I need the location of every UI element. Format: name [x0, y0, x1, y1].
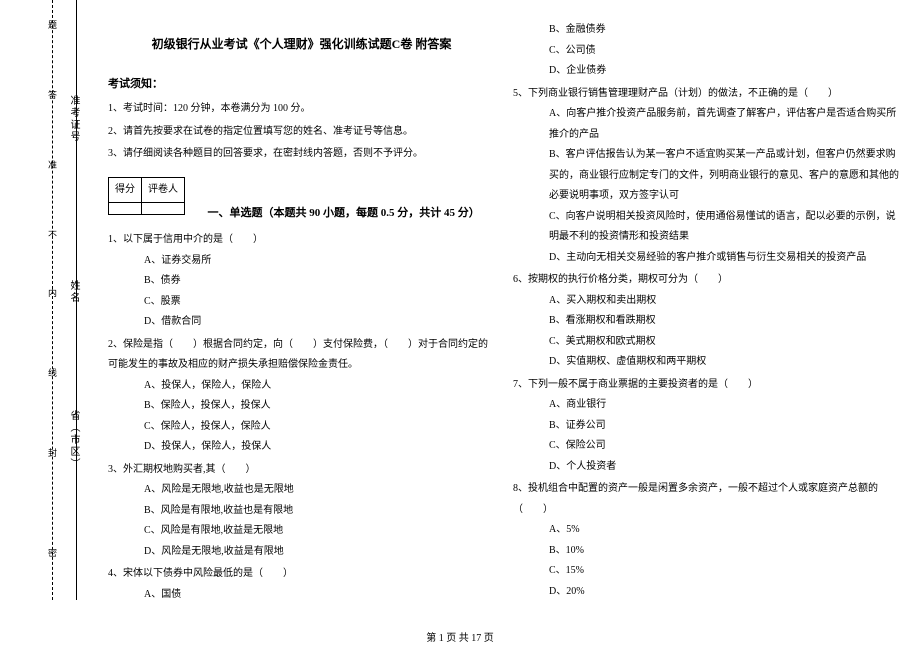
field-admission-label: 准考证号 [68, 95, 79, 143]
question-5: 5、下列商业银行销售管理理财产品（计划）的做法，不正确的是（ ） [513, 84, 900, 105]
seal-char-2: 封 [46, 448, 59, 461]
q2-option-b: B、保险人，投保人，投保人 [108, 396, 495, 417]
section-1-title: 一、单选题（本题共 90 小题，每题 0.5 分，共计 45 分） [208, 202, 480, 225]
q6-option-a: A、买入期权和卖出期权 [513, 291, 900, 312]
q1-option-d: D、借款合同 [108, 312, 495, 333]
instruction-1: 1、考试时间：120 分钟，本卷满分为 100 分。 [108, 99, 495, 120]
score-cell-label-1: 得分 [109, 177, 142, 203]
score-cell-blank-1 [109, 203, 142, 215]
q6-option-b: B、看涨期权和看跌期权 [513, 311, 900, 332]
q3-option-c: C、风险是有限地,收益是无限地 [108, 521, 495, 542]
q1-option-a: A、证券交易所 [108, 251, 495, 272]
q1-option-c: C、股票 [108, 292, 495, 313]
instruction-2: 2、请首先按要求在试卷的指定位置填写您的姓名、准考证号等信息。 [108, 122, 495, 143]
q7-option-d: D、个人投资者 [513, 457, 900, 478]
question-7: 7、下列一般不属于商业票据的主要投资者的是（ ） [513, 375, 900, 396]
score-cell-label-2: 评卷人 [142, 177, 185, 203]
section-header-row: 得分 评卷人 一、单选题（本题共 90 小题，每题 0.5 分，共计 45 分） [108, 171, 495, 224]
seal-char-6: 准 [46, 160, 59, 173]
q5-option-c: C、向客户说明相关投资风险时，使用通俗易懂试的语言，配以必要的示例，说明最不利的… [513, 207, 900, 248]
underline [76, 473, 77, 528]
score-table: 得分 评卷人 [108, 177, 185, 216]
content-area: 初级银行从业考试《个人理财》强化训练试题C卷 附答案 考试须知： 1、考试时间：… [108, 20, 900, 620]
q3-option-b: B、风险是有限地,收益也是有限地 [108, 501, 495, 522]
score-cell-blank-2 [142, 203, 185, 215]
exam-title: 初级银行从业考试《个人理财》强化训练试题C卷 附答案 [108, 32, 495, 57]
field-name-label: 姓名 [68, 280, 79, 304]
q4-option-a: A、国债 [108, 585, 495, 606]
q3-option-d: D、风险是无限地,收益是有限地 [108, 542, 495, 563]
field-admission: 准考证号 [66, 95, 81, 204]
seal-char-7: 答 [46, 90, 59, 103]
q7-option-a: A、商业银行 [513, 395, 900, 416]
q6-option-d: D、实值期权、虚值期权和两平期权 [513, 352, 900, 373]
q5-option-a: A、向客户推介投资产品服务前，首先调查了解客户，评估客户是否适合购买所推介的产品 [513, 104, 900, 145]
field-name: 姓名 [66, 280, 81, 365]
notice-heading: 考试须知： [108, 73, 495, 96]
seal-char-5: 不 [46, 230, 59, 243]
underline [76, 307, 77, 362]
q4-option-b: B、金融债券 [513, 20, 900, 41]
field-province-label: 省（市区） [68, 410, 79, 470]
binding-margin: 密 封 线 内 不 准 答 题 省（市区） 姓名 准考证号 [36, 0, 96, 610]
question-1: 1、以下属于信用中介的是（ ） [108, 230, 495, 251]
q2-option-c: C、保险人，投保人，保险人 [108, 417, 495, 438]
field-province: 省（市区） [66, 410, 81, 531]
seal-char-4: 内 [46, 288, 59, 301]
q5-option-b: B、客户评估报告认为某一客户不适宜购买某一产品或计划，但客户仍然要求购买的，商业… [513, 145, 900, 207]
exam-page: 密 封 线 内 不 准 答 题 省（市区） 姓名 准考证号 初级银行从业考试《个… [0, 0, 920, 650]
question-8: 8、投机组合中配置的资产一般是闲置多余资产，一般不超过个人或家庭资产总额的（ ） [513, 479, 900, 520]
seal-char-3: 线 [46, 368, 59, 381]
q8-option-d: D、20% [513, 582, 900, 603]
question-3: 3、外汇期权地购买者,其（ ） [108, 460, 495, 481]
instruction-3: 3、请仔细阅读各种题目的回答要求，在密封线内答题，否则不予评分。 [108, 144, 495, 165]
question-2: 2、保险是指（ ）根据合同约定，向（ ）支付保险费，（ ）对于合同约定的可能发生… [108, 335, 495, 376]
q7-option-b: B、证券公司 [513, 416, 900, 437]
seal-char-8: 题 [46, 20, 59, 33]
q2-option-d: D、投保人，保险人，投保人 [108, 437, 495, 458]
column-right: B、金融债券 C、公司债 D、企业债券 5、下列商业银行销售管理理财产品（计划）… [513, 20, 900, 620]
page-footer: 第 1 页 共 17 页 [0, 629, 920, 644]
seal-char-1: 密 [46, 548, 59, 561]
q3-option-a: A、风险是无限地,收益也是无限地 [108, 480, 495, 501]
q8-option-b: B、10% [513, 541, 900, 562]
q8-option-c: C、15% [513, 561, 900, 582]
q8-option-a: A、5% [513, 520, 900, 541]
q4-option-d: D、企业债券 [513, 61, 900, 82]
q5-option-d: D、主动向无相关交易经验的客户推介或销售与衍生交易相关的投资产品 [513, 248, 900, 269]
q6-option-c: C、美式期权和欧式期权 [513, 332, 900, 353]
underline [76, 146, 77, 201]
question-4: 4、宋体以下债券中风险最低的是（ ） [108, 564, 495, 585]
question-6: 6、按期权的执行价格分类，期权可分为（ ） [513, 270, 900, 291]
q7-option-c: C、保险公司 [513, 436, 900, 457]
column-left: 初级银行从业考试《个人理财》强化训练试题C卷 附答案 考试须知： 1、考试时间：… [108, 20, 495, 620]
q1-option-b: B、债券 [108, 271, 495, 292]
q4-option-c: C、公司债 [513, 41, 900, 62]
q2-option-a: A、投保人，保险人，保险人 [108, 376, 495, 397]
